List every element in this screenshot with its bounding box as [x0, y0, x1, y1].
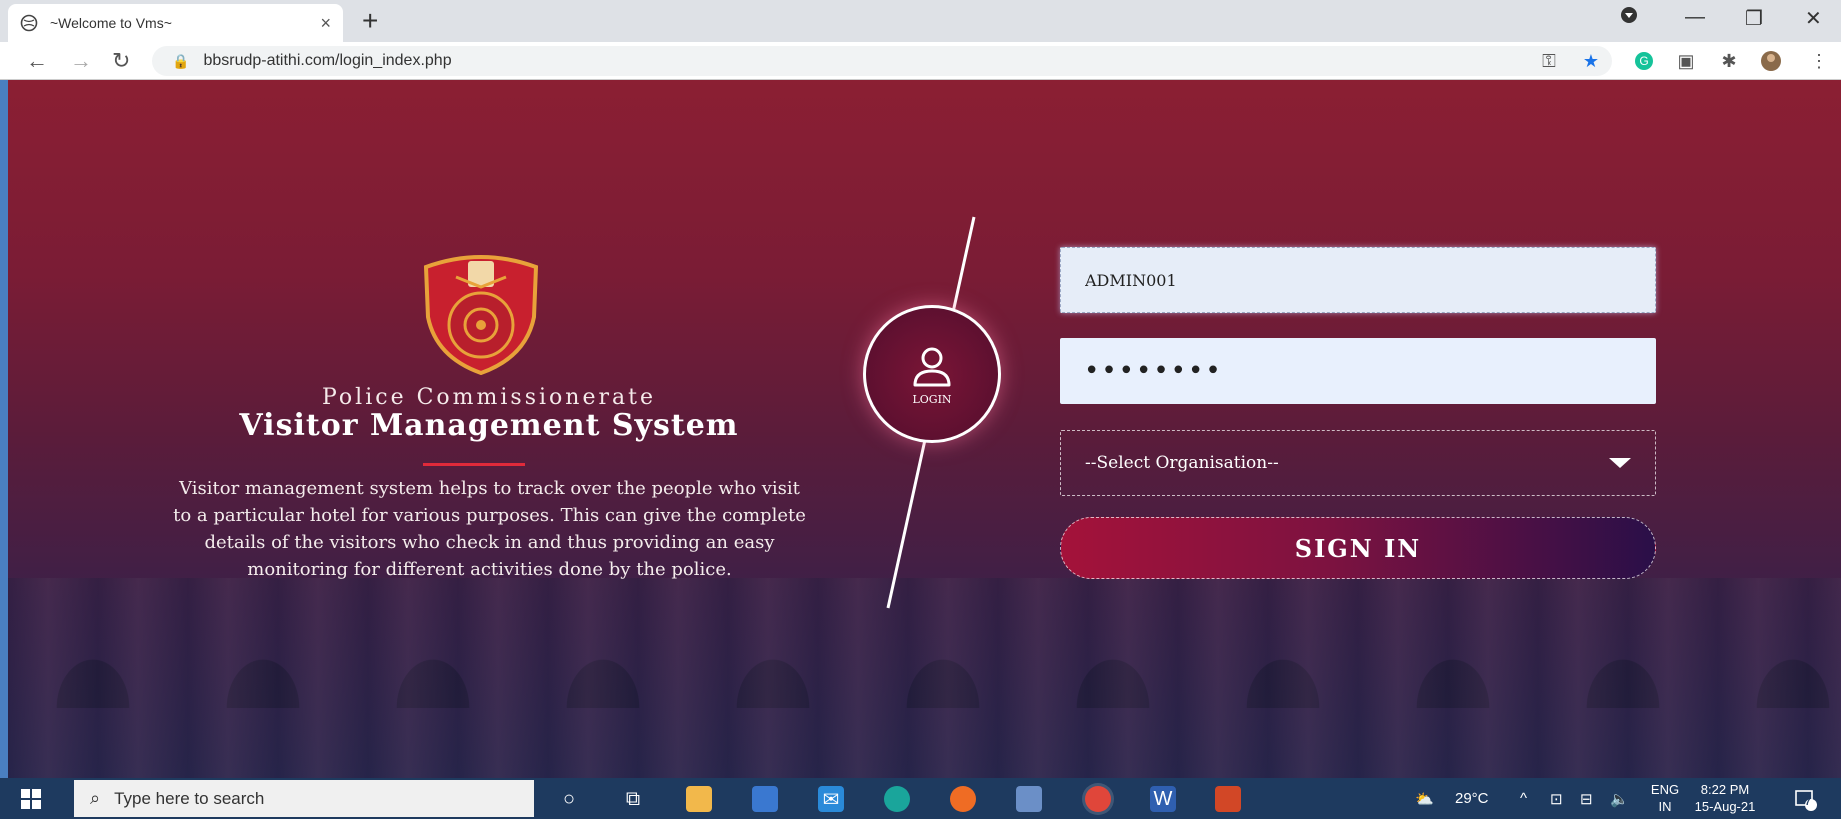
task-view-icon[interactable]: ⧉ — [620, 786, 646, 812]
password-input[interactable] — [1060, 338, 1656, 404]
clock-date: 15-Aug-21 — [1694, 799, 1756, 814]
url-field[interactable]: 🔒 bbsrudp-atithi.com/login_index.php — [152, 46, 1612, 76]
url-text: bbsrudp-atithi.com/login_index.php — [203, 52, 452, 69]
extension-app-icon[interactable]: ▣ — [1675, 50, 1697, 72]
windows-taskbar: ⌕ Type here to search ○ ⧉ ✉ W ⛅ 29°C ^ ⊡… — [0, 778, 1841, 819]
tab-title: ~Welcome to Vms~ — [50, 15, 172, 31]
windows-start-icon[interactable] — [20, 788, 42, 810]
weather-icon[interactable]: ⛅ — [1415, 778, 1434, 819]
login-page: Police Commissionerate Visitor Managemen… — [8, 80, 1841, 778]
menu-kebab-icon[interactable]: ⋮ — [1808, 50, 1830, 72]
mail-icon[interactable]: ✉ — [818, 786, 844, 812]
grammarly-icon[interactable]: G — [1633, 50, 1655, 72]
profile-avatar-icon[interactable] — [1760, 50, 1782, 72]
tab-close-button[interactable]: × — [320, 13, 331, 34]
clock-time: 8:22 PM — [1700, 782, 1750, 797]
language-code: ENG — [1650, 782, 1680, 797]
volume-icon[interactable]: 🔈 — [1610, 778, 1629, 819]
extensions-puzzle-icon[interactable]: ✱ — [1718, 50, 1740, 72]
file-explorer-icon[interactable] — [686, 786, 712, 812]
taskbar-clock[interactable]: 8:22 PM 15-Aug-21 — [1690, 781, 1760, 815]
address-bar: ← → ↻ 🔒 bbsrudp-atithi.com/login_index.p… — [0, 42, 1841, 80]
presentation-icon[interactable] — [1215, 786, 1241, 812]
username-input[interactable] — [1061, 248, 1655, 312]
restore-button[interactable]: ❐ — [1745, 6, 1763, 31]
minimize-button[interactable]: — — [1685, 6, 1705, 29]
notification-count: 7 — [1805, 797, 1811, 808]
key-icon[interactable]: ⚿ — [1538, 50, 1560, 72]
cortana-icon[interactable]: ○ — [556, 786, 582, 812]
svg-text:G: G — [1639, 54, 1648, 68]
close-window-button[interactable]: ✕ — [1805, 6, 1822, 31]
tray-app-icon[interactable]: ⊡ — [1550, 778, 1563, 819]
search-icon: ⌕ — [90, 788, 101, 808]
new-tab-button[interactable]: + — [362, 6, 378, 36]
bookmark-star-icon[interactable]: ★ — [1580, 50, 1602, 72]
browser-tab-bar: ~Welcome to Vms~ × + — ❐ ✕ — [0, 0, 1841, 42]
taskbar-search-box[interactable]: ⌕ Type here to search — [74, 780, 534, 817]
language-indicator[interactable]: ENG IN — [1648, 781, 1682, 815]
password-field[interactable] — [1060, 338, 1656, 404]
lock-icon: 🔒 — [172, 52, 190, 69]
taskbar-search-placeholder: Type here to search — [114, 788, 265, 808]
organisation-selected-value: --Select Organisation-- — [1085, 453, 1279, 473]
user-icon — [913, 347, 951, 386]
forward-arrow-icon[interactable]: → — [70, 48, 92, 74]
notification-icon[interactable]: 7 — [1793, 778, 1817, 819]
globe-icon — [20, 14, 38, 32]
organisation-select[interactable]: --Select Organisation-- — [1060, 430, 1656, 496]
login-badge: LOGIN — [863, 305, 1001, 443]
browser-tab[interactable]: ~Welcome to Vms~ × — [8, 4, 343, 42]
store-icon[interactable] — [752, 786, 778, 812]
username-field[interactable] — [1060, 247, 1656, 313]
profile-dropdown-icon[interactable] — [1620, 6, 1638, 30]
login-label: LOGIN — [912, 392, 952, 406]
word-icon[interactable]: W — [1150, 786, 1176, 812]
weather-temp[interactable]: 29°C — [1455, 778, 1489, 819]
reload-icon[interactable]: ↻ — [112, 48, 130, 74]
chrome-icon[interactable] — [1085, 786, 1111, 812]
edge-icon[interactable] — [884, 786, 910, 812]
tray-chevron-icon[interactable]: ^ — [1520, 778, 1527, 819]
region-code: IN — [1658, 799, 1672, 814]
caret-down-icon — [1609, 458, 1631, 468]
network-icon[interactable]: ⊟ — [1580, 778, 1593, 819]
firefox-icon[interactable] — [950, 786, 976, 812]
back-arrow-icon[interactable]: ← — [26, 48, 48, 74]
sign-in-button[interactable]: SIGN IN — [1060, 517, 1656, 579]
nic-shield-icon[interactable] — [1016, 786, 1042, 812]
